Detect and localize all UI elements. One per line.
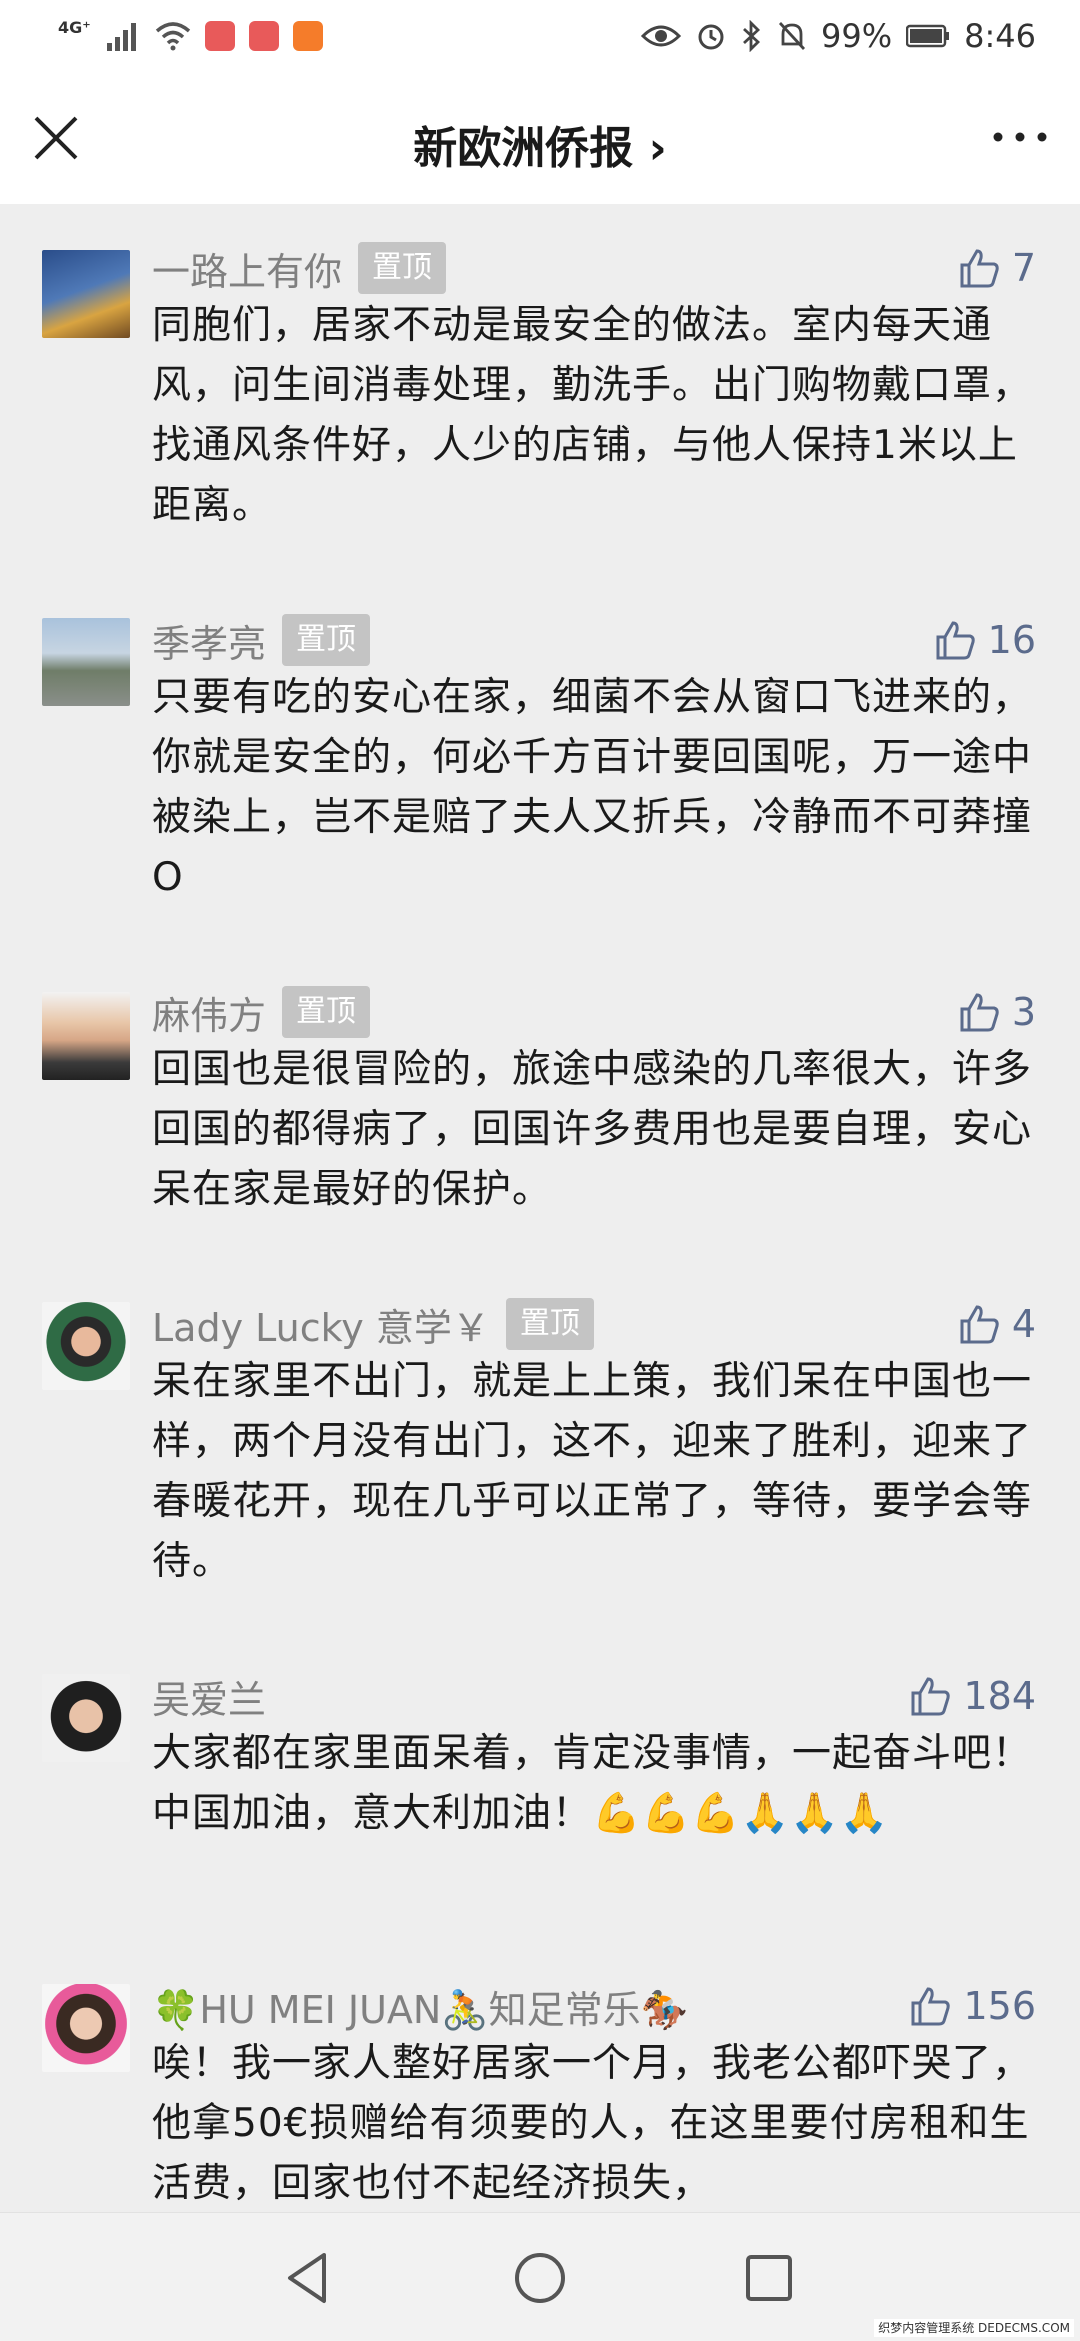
like-count: 156 <box>963 1984 1036 2028</box>
pinned-badge: 置顶 <box>282 986 371 1038</box>
like-count: 16 <box>987 618 1036 662</box>
video-app-icon <box>292 21 323 51</box>
comment-text: 唉！我一家人整好居家一个月，我老公都吓哭了，他拿50€损赠给有须要的人，在这里要… <box>152 2041 1032 2206</box>
thumbs-up-icon[interactable] <box>958 246 1002 290</box>
like-button[interactable]: 184 <box>909 1668 1036 1724</box>
alarm-icon <box>698 24 724 50</box>
commenter-name[interactable]: 麻伟方 <box>152 985 266 1040</box>
avatar[interactable] <box>42 250 130 338</box>
back-icon[interactable] <box>274 2243 344 2313</box>
thumbs-up-icon[interactable] <box>909 1984 953 2028</box>
avatar[interactable] <box>42 1984 130 2072</box>
page-title[interactable]: 新欧洲侨报 › <box>0 112 1080 176</box>
commenter-name[interactable]: 季孝亮 <box>152 613 266 668</box>
avatar[interactable] <box>42 1674 130 1762</box>
home-icon[interactable] <box>505 2243 575 2313</box>
comment-header: 🍀HU MEI JUAN🚴知足常乐🏇 <box>152 1978 688 2034</box>
comment-header: 吴爱兰 <box>152 1668 266 1724</box>
comment-header: 麻伟方 置顶 <box>152 984 371 1040</box>
like-button[interactable]: 3 <box>958 984 1036 1040</box>
avatar[interactable] <box>42 1302 130 1390</box>
pinned-badge: 置顶 <box>282 614 371 666</box>
more-options-icon[interactable] <box>988 112 1052 162</box>
like-count: 4 <box>1011 1302 1036 1346</box>
status-right: 99% 8:46 <box>641 14 1036 58</box>
comment-text: 同胞们，居家不动是最安全的做法。室内每天通风，问生间消毒处理，勤洗手。出门购物戴… <box>152 303 1033 528</box>
thumbs-up-icon[interactable] <box>958 990 1002 1034</box>
thumbs-up-icon[interactable] <box>934 618 978 662</box>
pinned-badge: 置顶 <box>358 242 447 294</box>
clock: 8:46 <box>964 17 1036 55</box>
bluetooth-icon <box>743 20 761 52</box>
comment-text: 呆在家里不出门，就是上上策，我们呆在中国也一样，两个月没有出门，这不，迎来了胜利… <box>152 1359 1033 1584</box>
avatar[interactable] <box>42 992 130 1080</box>
like-count: 184 <box>963 1674 1036 1718</box>
comment-text: 回国也是很冒险的，旅途中感染的几率很大，许多回国的都得病了，回国许多费用也是要自… <box>152 1047 1033 1212</box>
like-button[interactable]: 4 <box>958 1296 1036 1352</box>
battery-percent: 99% <box>821 17 893 55</box>
commenter-name[interactable]: 🍀HU MEI JUAN🚴知足常乐🏇 <box>152 1979 688 2034</box>
commenter-name[interactable]: 一路上有你 <box>152 241 342 296</box>
like-button[interactable]: 156 <box>909 1978 1036 2034</box>
status-left: 4G⁺ <box>58 16 323 56</box>
comment-header: 一路上有你 置顶 <box>152 240 447 296</box>
calendar-app-icon <box>204 21 235 51</box>
commenter-name[interactable]: 吴爱兰 <box>152 1669 266 1724</box>
page-title-text[interactable]: 新欧洲侨报 <box>413 123 633 174</box>
avatar[interactable] <box>42 618 130 706</box>
recents-icon[interactable] <box>734 2243 804 2313</box>
status-bar: 4G⁺ 99% 8:46 <box>0 0 1080 72</box>
thumbs-up-icon[interactable] <box>958 1302 1002 1346</box>
like-button[interactable]: 16 <box>934 612 1036 668</box>
thumbs-up-icon[interactable] <box>909 1674 953 1718</box>
commenter-name[interactable]: Lady Lucky 意学￥ <box>152 1297 490 1352</box>
like-count: 7 <box>1011 246 1036 290</box>
network-type: 4G⁺ <box>58 18 91 37</box>
eye-icon <box>641 25 682 47</box>
watermark: 织梦内容管理系统 DEDECMS.COM <box>874 2319 1074 2337</box>
wifi-icon <box>155 22 190 51</box>
comment-text: 大家都在家里面呆着，肯定没事情，一起奋斗吧！中国加油，意大利加油！💪💪💪🙏🙏🙏 <box>152 1731 1033 1836</box>
title-bar: 新欧洲侨报 › <box>0 72 1080 204</box>
comment-text: 只要有吃的安心在家，细菌不会从窗口飞进来的，你就是安全的，何必千方百计要回国呢，… <box>152 675 1033 900</box>
like-count: 3 <box>1011 990 1036 1034</box>
chevron-right-icon[interactable]: › <box>649 123 667 174</box>
book-app-icon <box>248 21 279 51</box>
like-button[interactable]: 7 <box>958 240 1036 296</box>
mute-bell-icon <box>778 22 806 50</box>
pinned-badge: 置顶 <box>505 1298 594 1350</box>
comment-header: Lady Lucky 意学￥ 置顶 <box>152 1296 594 1352</box>
battery-icon <box>906 24 950 48</box>
comment-header: 季孝亮 置顶 <box>152 612 371 668</box>
system-nav-bar: 织梦内容管理系统 DEDECMS.COM <box>0 2212 1080 2341</box>
signal-icon <box>106 23 136 51</box>
